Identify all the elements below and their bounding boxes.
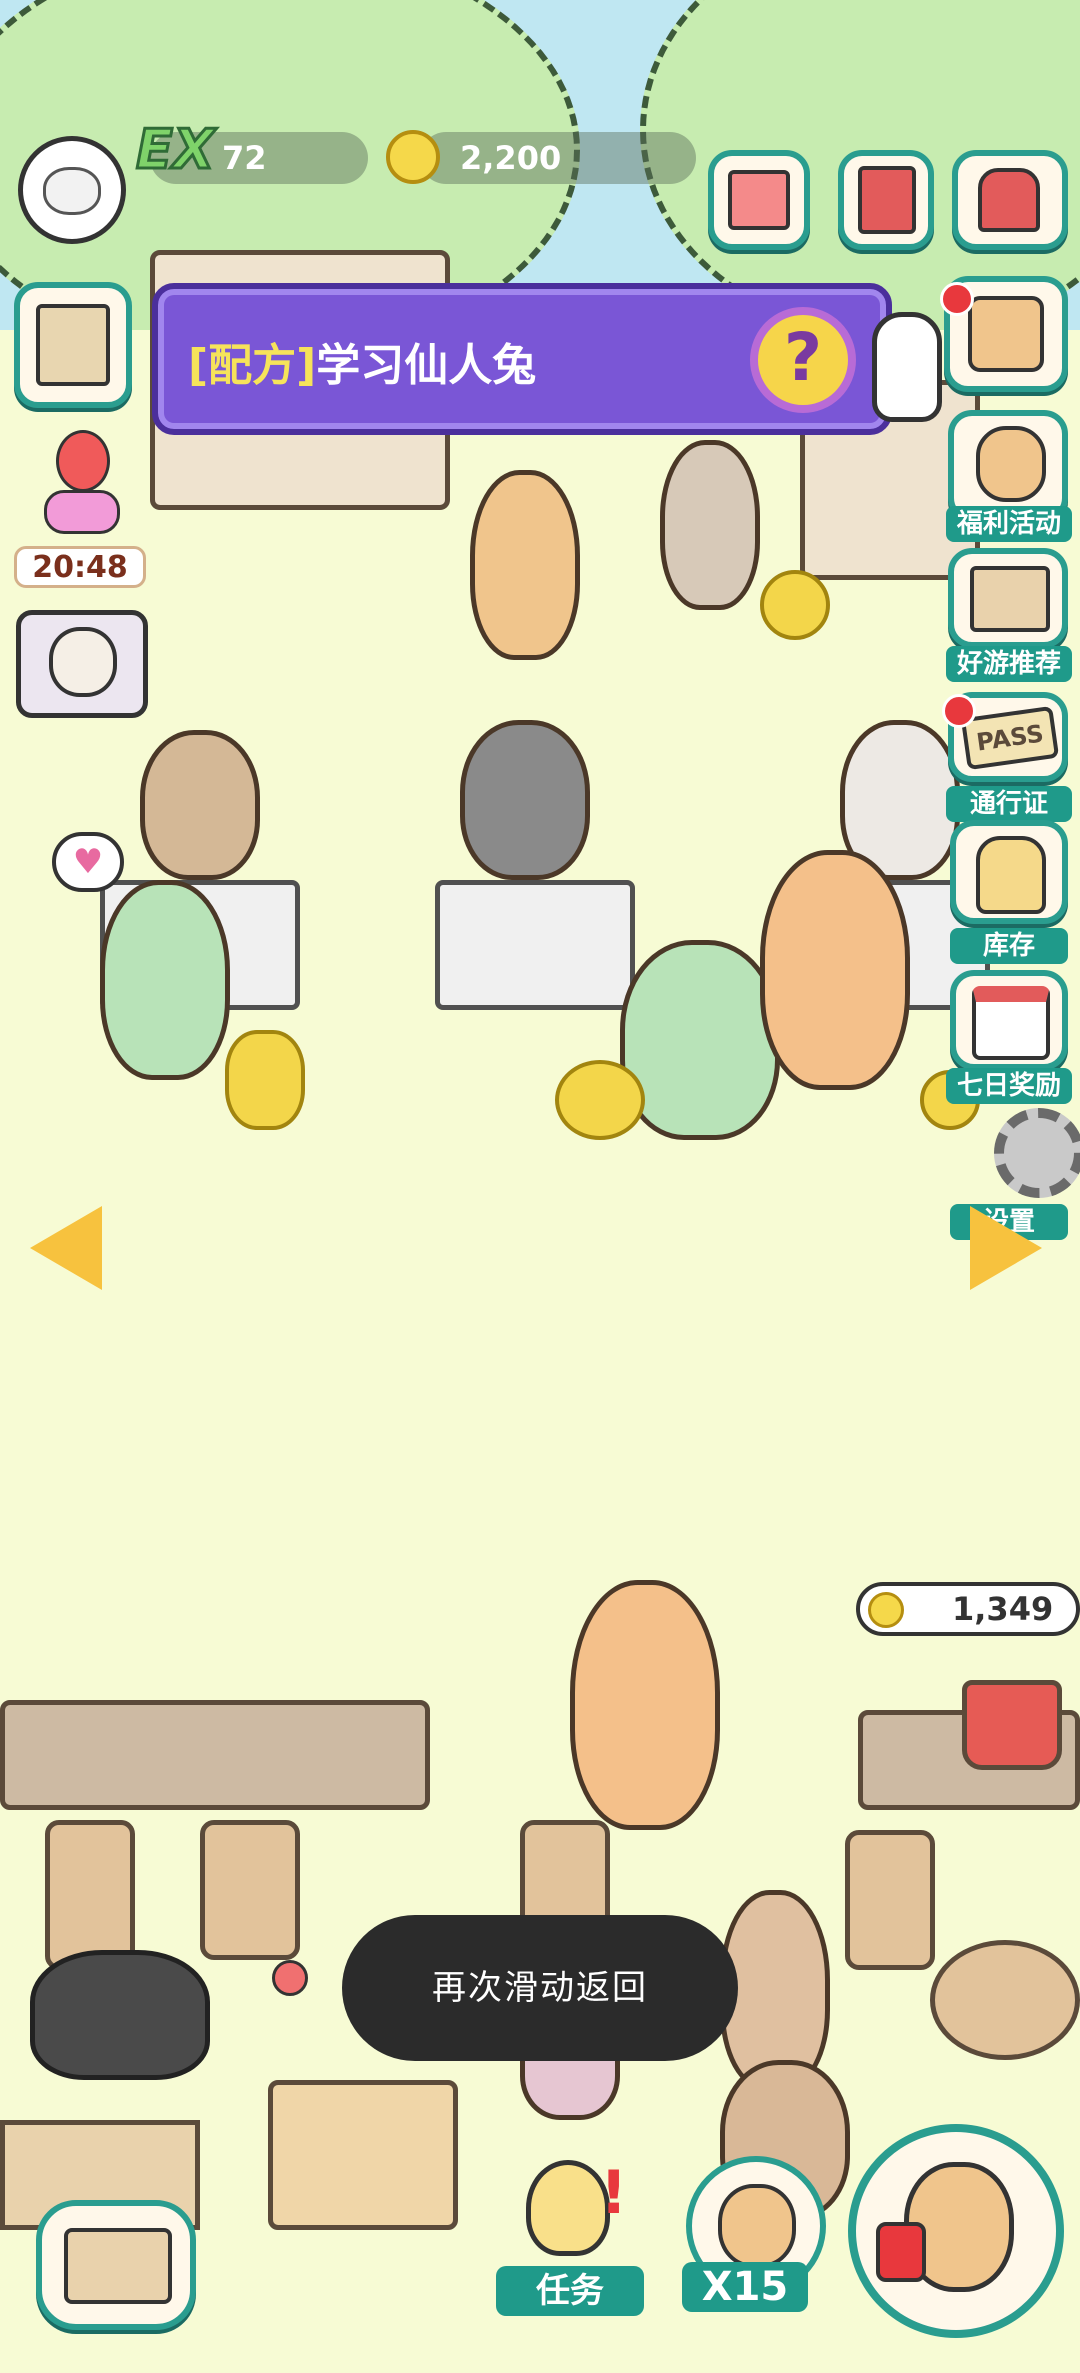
shop-icon: [728, 170, 790, 230]
coin-pile[interactable]: [760, 570, 830, 640]
notification-dot: [940, 282, 974, 316]
book-icon: [858, 166, 916, 234]
earnings-value: 1,349: [952, 1590, 1054, 1628]
stump: [845, 1830, 935, 1970]
coin-value: 2,200: [460, 139, 562, 177]
lightbulb-icon: [526, 2160, 610, 2256]
side-label-pass[interactable]: 通行证: [946, 786, 1072, 822]
turtle-left[interactable]: [100, 880, 230, 1080]
kangaroo-lower[interactable]: [570, 1580, 720, 1830]
multiplier-label[interactable]: X15: [682, 2262, 808, 2312]
balloon-gift-icon[interactable]: [20, 430, 140, 540]
notification-dot: [942, 694, 976, 728]
gear-icon: [994, 1108, 1080, 1198]
pointing-hand-icon: [872, 312, 942, 422]
storage-box-button[interactable]: [36, 2200, 196, 2330]
cat-face-icon: [49, 627, 117, 697]
coin-pile[interactable]: [555, 1060, 645, 1140]
map-icon: [36, 304, 110, 386]
seven-day-button[interactable]: [950, 970, 1068, 1070]
cat-siamese[interactable]: [140, 730, 260, 880]
avatar-dog-icon: [43, 167, 101, 215]
paw-coin-icon: [868, 1592, 904, 1628]
megaphone-icon: [876, 2222, 926, 2282]
player-avatar[interactable]: [18, 136, 126, 244]
kangaroo-upper[interactable]: [760, 850, 910, 1090]
quest-banner[interactable]: [配方]学习仙人兔 ?: [152, 283, 892, 435]
megaphone-cat-icon: [718, 2184, 796, 2268]
heart-bubble: ♥: [52, 832, 124, 892]
recommend-button[interactable]: [948, 548, 1068, 648]
coin-bucket[interactable]: [962, 1680, 1062, 1770]
red-balloon: [56, 430, 110, 492]
cat-siamese-back[interactable]: [660, 440, 760, 610]
collection-button[interactable]: [838, 150, 934, 250]
mailbox-button[interactable]: [952, 150, 1068, 250]
exclamation-icon: !: [600, 2158, 628, 2228]
mailbox-icon: [978, 168, 1040, 232]
arrow-right-icon[interactable]: [970, 1206, 1042, 1290]
quest-text: [配方]学习仙人兔: [188, 329, 536, 393]
coin-pile[interactable]: [225, 1030, 305, 1130]
help-button[interactable]: ?: [750, 307, 856, 413]
map-button[interactable]: [14, 282, 132, 408]
box-icon: [64, 2228, 172, 2304]
calendar-icon: [972, 986, 1050, 1060]
quest-title: 学习仙人兔: [316, 340, 537, 391]
side-label-inventory[interactable]: 库存: [950, 928, 1068, 964]
event-timer: 20:48: [14, 546, 146, 588]
arrow-left-icon[interactable]: [30, 1206, 102, 1290]
friend-cat-bubble[interactable]: [16, 610, 148, 718]
task-label[interactable]: 任务: [496, 2266, 644, 2316]
backpack-icon: [976, 836, 1046, 914]
wooden-crate: [268, 2080, 458, 2230]
turtle-middle[interactable]: [620, 940, 780, 1140]
settings-button[interactable]: [994, 1108, 1080, 1216]
side-label-seven-day[interactable]: 七日奖励: [946, 1068, 1072, 1104]
pass-ticket-icon: PASS: [960, 705, 1060, 771]
stump: [930, 1940, 1080, 2060]
task-button[interactable]: !: [496, 2150, 646, 2350]
side-label-welfare[interactable]: 福利活动: [946, 506, 1072, 542]
shop-button[interactable]: [708, 150, 810, 250]
cat-in-box-icon: [968, 296, 1044, 372]
cat-grey[interactable]: [460, 720, 590, 880]
swipe-back-toast: 再次滑动返回: [342, 1915, 738, 2061]
coin-bar: 2,200: [420, 132, 696, 184]
cat-cashier[interactable]: [470, 470, 580, 660]
game-box-icon: [970, 566, 1050, 632]
stump: [200, 1820, 300, 1960]
stump: [45, 1820, 135, 1970]
side-label-recommend[interactable]: 好游推荐: [946, 646, 1072, 682]
flower: [272, 1960, 308, 1996]
gift-cat-icon: [976, 426, 1046, 502]
quest-tag: [配方]: [188, 340, 317, 391]
bow: [44, 490, 120, 534]
bench-left: [0, 1700, 430, 1810]
paw-coin-icon: [386, 130, 440, 184]
ex-badge: EX: [135, 117, 217, 183]
ex-value: 72: [222, 139, 267, 177]
trash-bag: [30, 1950, 210, 2080]
inventory-button[interactable]: [950, 820, 1068, 924]
earnings-counter[interactable]: 1,349: [856, 1582, 1080, 1636]
desk-middle: [435, 880, 635, 1010]
advertise-button[interactable]: [848, 2124, 1064, 2338]
